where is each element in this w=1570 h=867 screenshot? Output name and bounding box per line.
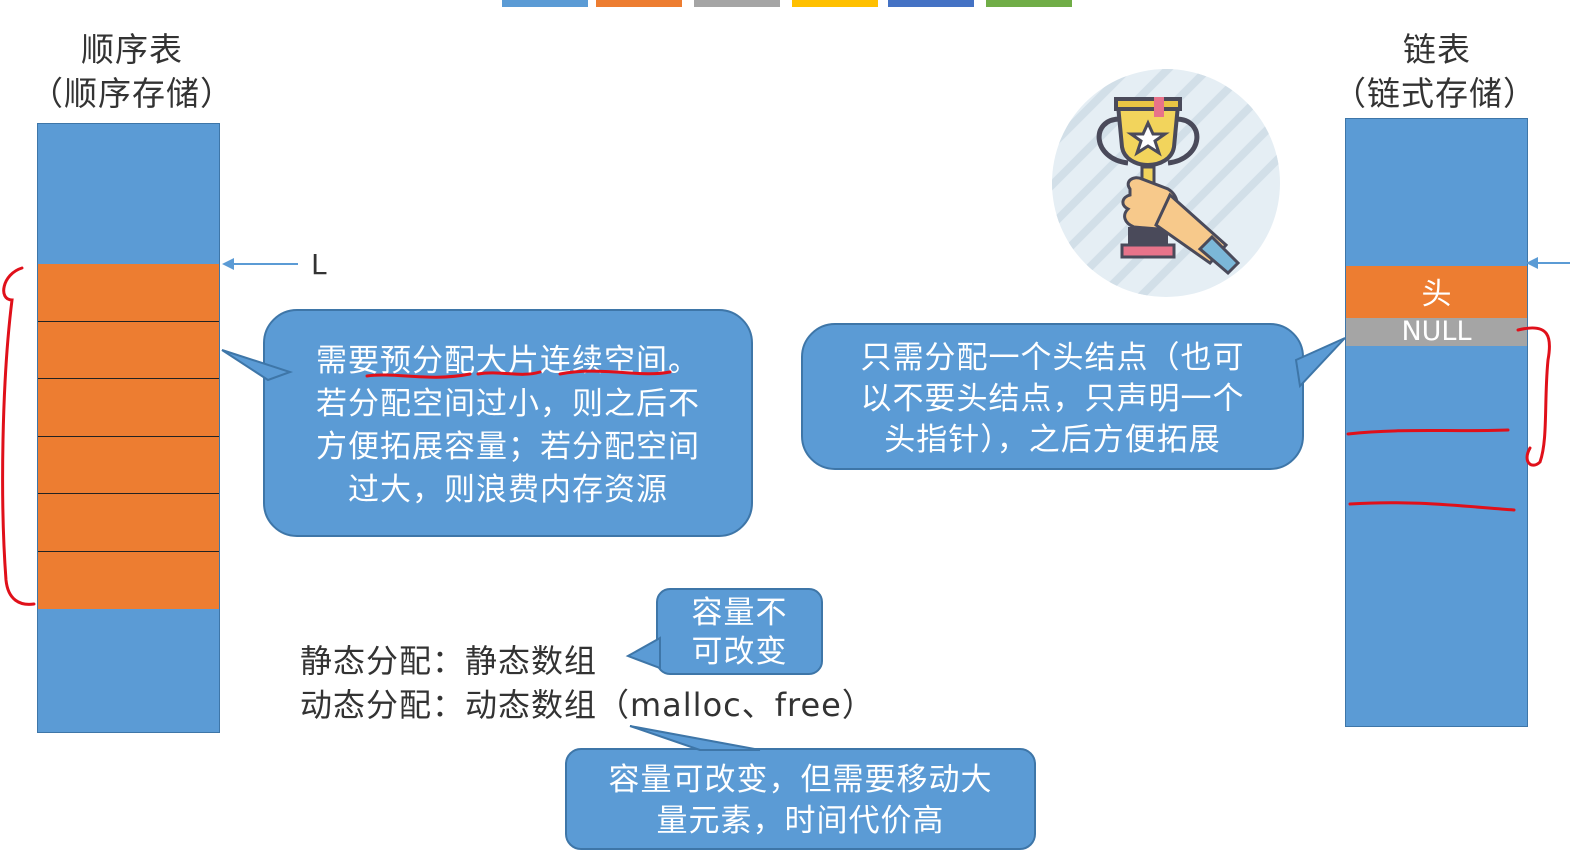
link-subtitle: （链式存储） bbox=[1333, 74, 1537, 113]
seq-title: 顺序表 bbox=[81, 30, 183, 69]
dynamic-capacity-line-1: 容量可改变，但需要移动大 bbox=[608, 762, 993, 798]
pointer-label-L: L bbox=[311, 248, 327, 281]
seq-note-bubble: 需要预分配大片连续空间。 若分配空间过小，则之后不 方便拓展容量；若分配空间 过… bbox=[263, 309, 753, 537]
top-bar-orange bbox=[596, 0, 682, 7]
seq-subtitle: （顺序存储） bbox=[30, 74, 234, 113]
top-bar-darkblue bbox=[888, 0, 974, 7]
red-bracket-left bbox=[1, 266, 36, 606]
null-field-label: NULL bbox=[1401, 316, 1472, 347]
seq-cell bbox=[38, 379, 219, 437]
top-bar-gray bbox=[694, 0, 780, 7]
top-bar-yellow bbox=[792, 0, 878, 7]
top-bar-green bbox=[986, 0, 1072, 7]
link-note-line-1: 只需分配一个头结点（也可 bbox=[860, 340, 1245, 376]
trophy-in-hand-icon bbox=[1052, 69, 1280, 297]
dynamic-bubble-tail bbox=[629, 725, 761, 751]
fixed-capacity-line-2: 可改变 bbox=[691, 634, 788, 670]
link-note-line-2: 以不要头结点，只声明一个 bbox=[860, 381, 1245, 417]
seq-cell bbox=[38, 494, 219, 552]
seq-note-line-3: 方便拓展容量；若分配空间 bbox=[316, 429, 700, 465]
seq-note-line-1: 需要预分配大片连续空间。 bbox=[316, 343, 700, 379]
dynamic-allocation-text: 动态分配：动态数组（malloc、free） bbox=[300, 686, 875, 724]
static-allocation-text: 静态分配：静态数组 bbox=[300, 642, 598, 680]
seq-memory-column bbox=[37, 123, 220, 733]
link-note-bubble: 只需分配一个头结点（也可 以不要头结点，只声明一个 头指针），之后方便拓展 bbox=[801, 323, 1304, 470]
fixed-capacity-bubble: 容量不 可改变 bbox=[656, 588, 823, 675]
dynamic-capacity-line-2: 量元素，时间代价高 bbox=[656, 803, 945, 839]
link-title: 链表 bbox=[1403, 30, 1471, 69]
seq-cell bbox=[38, 322, 219, 379]
fixed-capacity-line-1: 容量不 bbox=[691, 595, 788, 631]
seq-cell bbox=[38, 552, 219, 609]
seq-note-line-4: 过大，则浪费内存资源 bbox=[348, 472, 668, 508]
seq-cell bbox=[38, 437, 219, 494]
link-memory-column: 头 NULL bbox=[1345, 118, 1528, 727]
top-bar-blue bbox=[502, 0, 588, 7]
annotation-overlay bbox=[1, 257, 1570, 751]
head-node-label: 头 bbox=[1421, 277, 1452, 312]
dynamic-capacity-bubble: 容量可改变，但需要移动大 量元素，时间代价高 bbox=[565, 748, 1036, 850]
pointer-arrow-head bbox=[222, 258, 234, 270]
seq-note-line-2: 若分配空间过小，则之后不 bbox=[316, 386, 700, 422]
link-note-line-3: 头指针），之后方便拓展 bbox=[884, 422, 1221, 458]
seq-cell bbox=[38, 264, 219, 322]
